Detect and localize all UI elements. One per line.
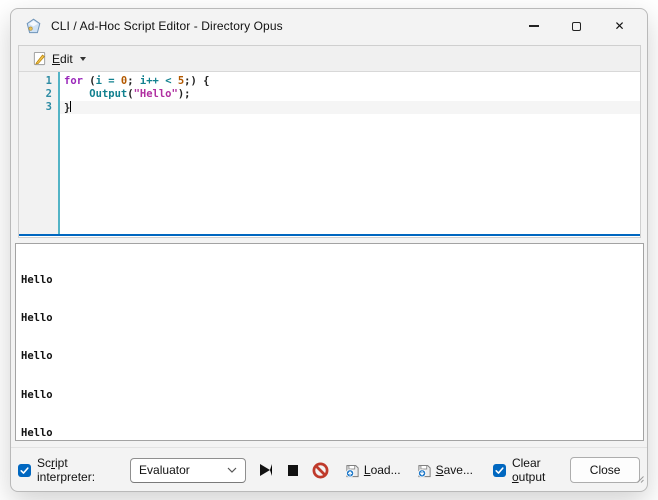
minimize-button[interactable] <box>512 11 555 41</box>
code-text: for (i = 0; i++ < 5;) { Output("Hello");… <box>60 72 640 234</box>
load-button-label: Load... <box>364 463 401 477</box>
maximize-icon <box>572 22 581 31</box>
code-editor[interactable]: 1 2 3 for (i = 0; i++ < 5;) { Output("He… <box>19 72 640 236</box>
interpreter-select[interactable]: Evaluator <box>130 458 246 483</box>
stop-button[interactable] <box>288 465 298 476</box>
window-title: CLI / Ad-Hoc Script Editor - Directory O… <box>51 19 283 33</box>
check-icon <box>494 465 505 476</box>
output-line: Hello <box>21 350 638 363</box>
load-button[interactable]: Load... <box>341 460 405 481</box>
text-cursor <box>70 101 71 112</box>
output-line: Hello <box>21 389 638 402</box>
run-button[interactable] <box>260 464 272 476</box>
floppy-up-arrow-icon <box>345 463 360 478</box>
maximize-button[interactable] <box>555 11 598 41</box>
line-number: 2 <box>19 88 52 101</box>
script-interpreter-label: Script interpreter: <box>37 456 119 484</box>
clear-output-checkbox[interactable] <box>493 464 506 477</box>
bottom-toolbar: Script interpreter: Evaluator Load. <box>18 450 640 490</box>
line-number: 1 <box>19 75 52 88</box>
edit-menu-button[interactable]: Edit <box>24 47 94 70</box>
output-line: Hello <box>21 427 638 440</box>
script-interpreter-checkbox[interactable] <box>18 464 31 477</box>
check-icon <box>19 465 30 476</box>
title-bar: CLI / Ad-Hoc Script Editor - Directory O… <box>11 9 647 43</box>
close-dialog-button[interactable]: Close <box>570 457 640 483</box>
edit-menu-label: Edit <box>52 52 73 66</box>
output-panel[interactable]: Hello Hello Hello Hello Hello --> (empty… <box>15 243 644 441</box>
code-line: Output("Hello"); <box>64 88 640 101</box>
output-line: Hello <box>21 274 638 287</box>
script-editor-dialog: CLI / Ad-Hoc Script Editor - Directory O… <box>10 8 648 492</box>
floppy-down-arrow-icon <box>417 463 432 478</box>
close-icon: ✕ <box>614 20 624 32</box>
interpreter-selected-value: Evaluator <box>139 463 190 477</box>
opus-gem-icon <box>25 18 42 35</box>
script-editor-panel: Edit 1 2 3 for (i = 0; i++ < 5;) { Outpu… <box>18 45 641 238</box>
window-controls: ✕ <box>512 11 641 41</box>
abort-button[interactable] <box>312 462 329 479</box>
close-button[interactable]: ✕ <box>598 11 641 41</box>
code-line: for (i = 0; i++ < 5;) { <box>64 75 640 88</box>
chevron-down-icon <box>227 467 237 473</box>
chevron-down-icon <box>80 57 86 61</box>
prohibit-icon <box>312 462 329 479</box>
line-number-gutter: 1 2 3 <box>19 72 60 234</box>
line-number: 3 <box>19 101 52 114</box>
editor-toolbar: Edit <box>19 46 640 72</box>
output-line: Hello <box>21 312 638 325</box>
clear-output-label: Clear output <box>512 456 570 484</box>
pencil-icon <box>32 51 47 66</box>
code-line: } <box>64 101 640 115</box>
minimize-icon <box>529 25 539 26</box>
divider <box>11 447 647 448</box>
save-button[interactable]: Save... <box>413 460 477 481</box>
resize-grip[interactable] <box>634 470 644 488</box>
save-button-label: Save... <box>436 463 473 477</box>
